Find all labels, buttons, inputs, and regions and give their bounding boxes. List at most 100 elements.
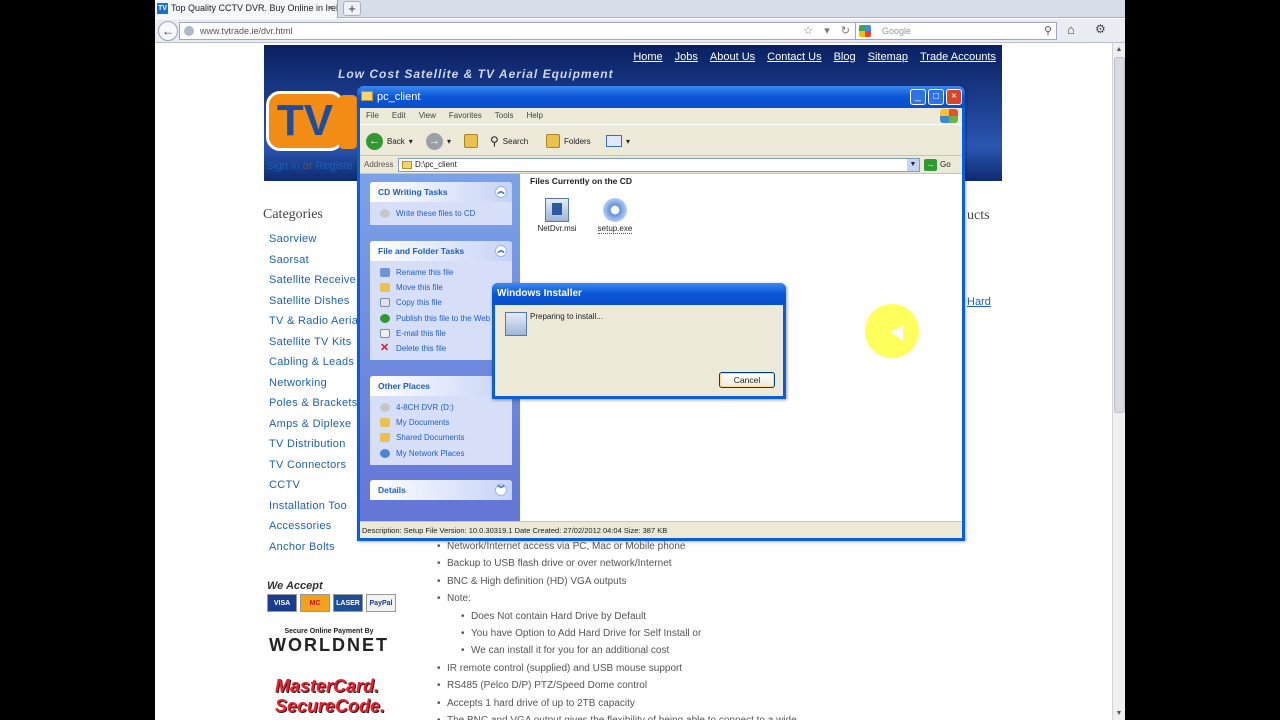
file-item[interactable]: setup.exe	[590, 198, 640, 234]
nav-home[interactable]: Home	[633, 51, 662, 63]
place-item[interactable]: 4-8CH DVR (D:)	[380, 400, 512, 415]
explorer-titlebar[interactable]: pc_client _ □ ×	[357, 86, 965, 108]
task-label: Copy this file	[396, 298, 442, 308]
top-nav: Home Jobs About Us Contact Us Blog Sitem…	[633, 51, 996, 63]
back-arrow-icon: ←	[366, 132, 383, 150]
nav-contact[interactable]: Contact Us	[767, 51, 821, 63]
nav-jobs[interactable]: Jobs	[675, 51, 698, 63]
category-item[interactable]: TV Distribution	[269, 438, 357, 459]
laser-card: LASER	[333, 594, 363, 612]
search-icon[interactable]: ⚲	[1044, 23, 1052, 39]
category-item[interactable]: Cabling & Leads	[269, 356, 357, 377]
scroll-up-icon[interactable]: ▲	[1113, 43, 1125, 56]
tools-icon[interactable]: ⚙	[1095, 22, 1106, 36]
category-item[interactable]: Accessories	[269, 520, 357, 541]
details-title: Details	[378, 485, 406, 495]
close-tab-icon[interactable]: ×	[328, 0, 333, 17]
category-list: Saorview Saorsat Satellite Receive Satel…	[269, 233, 358, 562]
up-folder-button[interactable]	[464, 132, 478, 150]
tab-active[interactable]: TV Top Quality CCTV DVR. Buy Online in I…	[155, 0, 338, 18]
email-icon	[380, 328, 390, 338]
minimize-button[interactable]: _	[910, 89, 926, 105]
category-item[interactable]: Satellite TV Kits	[269, 336, 357, 357]
menu-view[interactable]: View	[419, 108, 436, 124]
move-icon	[380, 283, 390, 293]
place-item[interactable]: Shared Documents	[380, 430, 512, 445]
msi-file-icon	[545, 198, 569, 222]
rename-icon	[380, 268, 390, 277]
category-item[interactable]: Saorview	[269, 233, 357, 254]
expand-icon[interactable]: ︾	[495, 484, 507, 496]
menu-tools[interactable]: Tools	[495, 108, 514, 124]
place-item[interactable]: My Network Places	[380, 446, 512, 461]
details-header[interactable]: Details ︾	[370, 480, 512, 500]
category-item[interactable]: Satellite Receive	[269, 274, 357, 295]
chevron-down-icon[interactable]: ▼	[907, 159, 919, 171]
tab-title: Top Quality CCTV DVR. Buy Online in Irel…	[171, 3, 337, 13]
folders-button[interactable]: Folders	[546, 132, 591, 150]
back-button[interactable]: ← Back ▾	[366, 132, 413, 150]
shared-folder-icon	[380, 433, 390, 443]
category-item[interactable]: Anchor Bolts	[269, 541, 357, 562]
nav-trade-accounts[interactable]: Trade Accounts	[920, 51, 996, 63]
category-item[interactable]: Satellite Dishes	[269, 295, 357, 316]
go-button[interactable]: → Go	[924, 158, 951, 172]
category-item[interactable]: Poles & Brackets	[269, 397, 357, 418]
right-link[interactable]: Hard	[967, 296, 991, 308]
task-item[interactable]: Rename this file	[380, 265, 512, 280]
categories-title: Categories	[263, 207, 323, 222]
home-icon[interactable]: ⌂	[1067, 22, 1075, 37]
nav-blog[interactable]: Blog	[834, 51, 856, 63]
file-tasks-header[interactable]: File and Folder Tasks ︽	[370, 241, 512, 261]
close-button[interactable]: ×	[946, 89, 962, 105]
category-item[interactable]: Saorsat	[269, 254, 357, 275]
maximize-button[interactable]: □	[928, 89, 944, 105]
menu-favorites[interactable]: Favorites	[449, 108, 482, 124]
collapse-icon[interactable]: ︽	[495, 245, 507, 257]
cancel-button[interactable]: Cancel	[719, 372, 775, 388]
documents-icon	[380, 418, 390, 428]
dialog-title[interactable]: Windows Installer	[492, 283, 786, 305]
address-input[interactable]: D:\pc_client ▼	[398, 158, 920, 172]
back-button[interactable]: ←	[158, 21, 178, 41]
tv-logo[interactable]: TV	[266, 91, 344, 151]
category-item[interactable]: CCTV	[269, 479, 357, 500]
task-item[interactable]: Write these files to CD	[380, 206, 512, 221]
search-input[interactable]: Google ⚲	[855, 22, 1057, 40]
place-label: My Network Places	[396, 448, 465, 458]
search-button[interactable]: ⚲ Search	[490, 132, 528, 150]
url-bar[interactable]: www.tvtrade.ie/dvr.html ☆ ▾ ↻	[179, 22, 859, 40]
signin-link[interactable]: Sign in	[266, 160, 300, 172]
cd-tasks-header[interactable]: CD Writing Tasks ︽	[370, 182, 512, 202]
cd-icon	[380, 209, 390, 218]
category-item[interactable]: TV Connectors	[269, 459, 357, 480]
category-item[interactable]: Installation Too	[269, 500, 357, 521]
views-button[interactable]: ▾	[606, 132, 630, 150]
feature-item: Note:	[437, 590, 867, 607]
category-item[interactable]: TV & Radio Aeria	[269, 315, 358, 336]
category-item[interactable]: Networking	[269, 377, 357, 398]
other-places-header[interactable]: Other Places	[370, 376, 512, 396]
browser-screen: TV Top Quality CCTV DVR. Buy Online in I…	[155, 0, 1125, 720]
nav-sitemap[interactable]: Sitemap	[868, 51, 908, 63]
new-tab-button[interactable]: +	[343, 1, 361, 16]
scroll-thumb[interactable]	[1114, 57, 1125, 413]
register-link[interactable]: Registe	[316, 160, 353, 172]
place-item[interactable]: My Documents	[380, 415, 512, 430]
menu-file[interactable]: File	[366, 108, 379, 124]
details-panel: Details ︾	[370, 480, 512, 500]
scroll-down-icon[interactable]: ▼	[1113, 707, 1125, 720]
forward-button[interactable]: → ▾	[426, 132, 451, 150]
menu-help[interactable]: Help	[526, 108, 542, 124]
nav-about[interactable]: About Us	[710, 51, 755, 63]
worldnet-name: WORLDNET	[269, 635, 389, 655]
url-actions-icon[interactable]: ☆ ▾ ↻	[803, 23, 854, 39]
file-name: setup.exe	[597, 224, 633, 234]
file-item[interactable]: NetDvr.msi	[532, 198, 582, 233]
menu-edit[interactable]: Edit	[392, 108, 406, 124]
category-item[interactable]: Amps & Diplexe	[269, 418, 357, 439]
collapse-icon[interactable]: ︽	[495, 186, 507, 198]
page-scrollbar[interactable]: ▲ ▼	[1112, 43, 1125, 720]
payment-cards: VISA MC LASER PayPal	[267, 594, 396, 612]
windows-installer-dialog[interactable]: Windows Installer Preparing to install..…	[492, 283, 786, 399]
